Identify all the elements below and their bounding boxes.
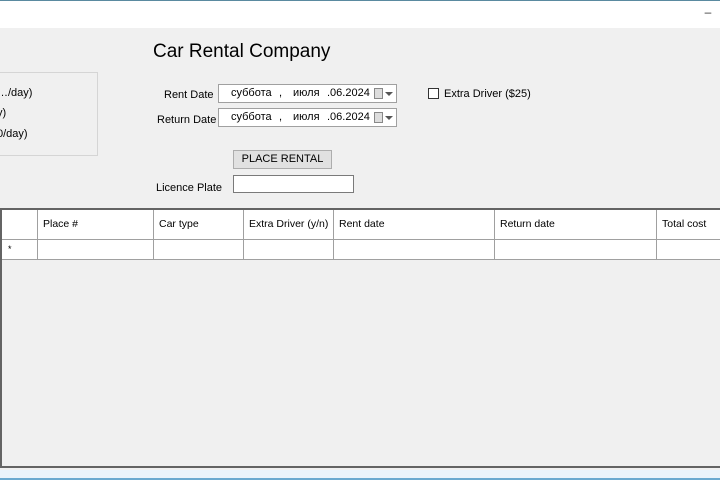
title-bar: – [0,0,720,28]
place-rental-button[interactable]: PLACE RENTAL [233,150,332,169]
licence-plate-label: Licence Plate [156,182,223,194]
table-cell[interactable] [37,240,154,259]
chevron-down-icon[interactable] [385,92,393,96]
date: .06.2024 [327,111,370,123]
licence-plate-input[interactable] [233,175,354,193]
table-cell[interactable] [153,240,244,259]
rentals-grid[interactable]: Place # Car type Extra Driver (y/n) Rent… [0,208,720,468]
date: .06.2024 [327,87,370,99]
separator: , [279,111,283,123]
window-bottom-border [0,470,720,480]
column-header[interactable]: Rent date [333,210,495,239]
extra-driver-label[interactable]: Extra Driver ($25) [444,88,531,100]
month: июля [293,111,320,123]
return-date-label: Return Date [157,114,217,126]
separator: , [279,87,283,99]
grid-header: Place # Car type Extra Driver (y/n) Rent… [2,210,720,240]
car-type-group: …/day) y) 0/day) [0,72,98,156]
return-date-picker[interactable]: суббота , июля .06.2024 [218,108,397,127]
day-name: суббота [231,87,272,99]
table-cell[interactable] [494,240,657,259]
extra-driver-checkbox[interactable] [428,88,439,99]
calendar-icon[interactable] [374,112,383,123]
calendar-icon[interactable] [374,88,383,99]
column-header[interactable]: Car type [153,210,244,239]
car-option-1[interactable]: …/day) [0,87,32,99]
table-cell[interactable] [243,240,334,259]
table-cell[interactable] [656,240,720,259]
chevron-down-icon[interactable] [385,116,393,120]
column-header[interactable]: Place # [37,210,154,239]
table-cell[interactable] [333,240,495,259]
page-title: Car Rental Company [153,41,331,62]
car-option-3[interactable]: 0/day) [0,128,28,140]
rent-date-picker[interactable]: суббота , июля .06.2024 [218,84,397,103]
column-header[interactable]: Return date [494,210,657,239]
month: июля [293,87,320,99]
table-row[interactable]: * [2,240,720,260]
day-name: суббота [231,111,272,123]
new-row-marker: * [2,240,38,259]
car-option-2[interactable]: y) [0,107,6,119]
column-header[interactable]: Total cost [656,210,720,239]
column-header[interactable]: Extra Driver (y/n) [243,210,334,239]
minimize-button[interactable]: – [698,5,718,23]
row-header-corner [2,210,38,239]
rent-date-label: Rent Date [164,89,214,101]
